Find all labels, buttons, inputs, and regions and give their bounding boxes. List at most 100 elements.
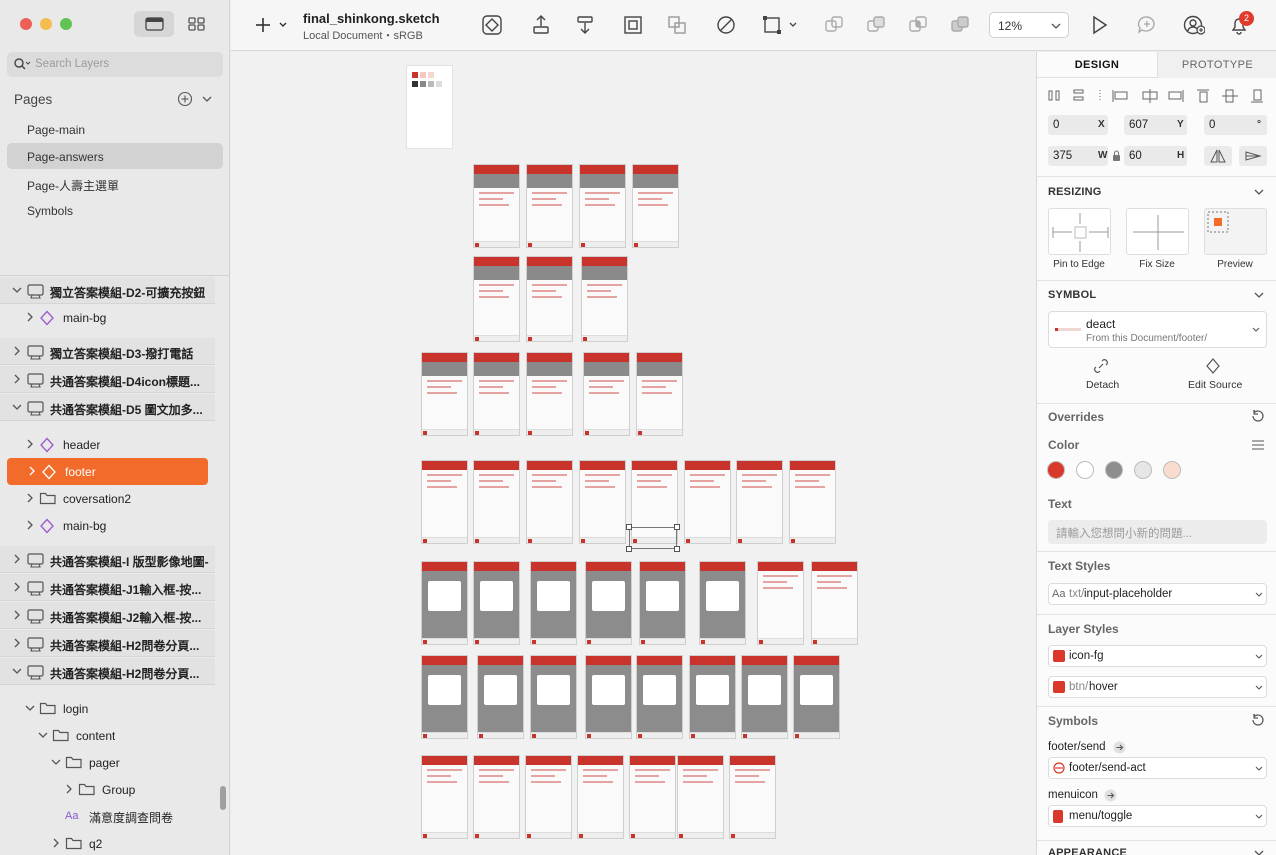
resize-handle[interactable]	[626, 524, 632, 530]
resize-handle[interactable]	[626, 546, 632, 552]
width-field[interactable]: 375 W	[1048, 146, 1108, 166]
layer-item[interactable]: coversation2	[0, 485, 215, 512]
page-item[interactable]: Page-人壽主選單	[7, 170, 223, 196]
reset-symbols-icon[interactable]	[1250, 713, 1265, 728]
artboard-layer[interactable]: 共通答案模組-H2問卷分頁...	[0, 658, 215, 685]
layer-item[interactable]: Aa 滿意度調查問卷	[0, 802, 215, 829]
artboard-thumbnail[interactable]	[473, 256, 520, 342]
minimize-window-button[interactable]	[40, 18, 52, 30]
artboard-thumbnail[interactable]	[526, 460, 573, 544]
artboard-thumbnail[interactable]	[477, 655, 524, 739]
chevron-right-icon[interactable]	[12, 346, 22, 356]
chevron-down-icon[interactable]	[12, 285, 22, 295]
artboard-layer[interactable]: 共通答案模組-D5 圖文加多...	[0, 394, 215, 421]
artboard-thumbnail[interactable]	[526, 164, 573, 248]
chevron-right-icon[interactable]	[25, 520, 35, 530]
artboard-thumbnail[interactable]	[421, 755, 468, 839]
flip-horizontal-button[interactable]	[1204, 146, 1232, 166]
toggle-sidebar-button[interactable]	[134, 11, 174, 37]
artboard-thumbnail[interactable]	[473, 164, 520, 248]
layer-item[interactable]: q2	[0, 830, 215, 855]
zoom-window-button[interactable]	[60, 18, 72, 30]
chevron-down-icon[interactable]	[1253, 187, 1265, 197]
artboard-thumbnail[interactable]	[421, 352, 468, 436]
layer-item[interactable]: main-bg	[0, 512, 215, 539]
layer-item[interactable]: footer	[7, 458, 208, 485]
add-collaborator-icon[interactable]	[1183, 14, 1205, 36]
artboard-thumbnail[interactable]	[699, 561, 746, 645]
artboard-thumbnail[interactable]	[677, 755, 724, 839]
artboard-thumbnail[interactable]	[526, 256, 573, 342]
zoom-select[interactable]: 12%	[989, 12, 1069, 38]
artboard-thumbnail[interactable]	[632, 164, 679, 248]
chevron-right-icon[interactable]	[25, 493, 35, 503]
artboard-thumbnail[interactable]	[473, 755, 520, 839]
color-swatch[interactable]	[1134, 461, 1152, 479]
chevron-down-icon[interactable]	[38, 730, 48, 740]
artboard-thumbnail[interactable]	[729, 755, 776, 839]
color-palette-artboard[interactable]	[406, 65, 453, 149]
comment-icon[interactable]	[1136, 14, 1158, 36]
alignment-toolbar[interactable]	[1047, 88, 1267, 104]
scale-icon[interactable]	[762, 14, 802, 36]
footer-send-select[interactable]: footer/send-act	[1048, 757, 1267, 779]
flip-vertical-button[interactable]	[1239, 146, 1267, 166]
artboard-thumbnail[interactable]	[579, 164, 626, 248]
layer-item[interactable]: Group	[0, 776, 215, 803]
artboard-thumbnail[interactable]	[473, 460, 520, 544]
page-item[interactable]: Page-answers	[7, 143, 223, 169]
add-page-icon[interactable]	[177, 91, 193, 107]
artboard-thumbnail[interactable]	[741, 655, 788, 739]
artboard-thumbnail[interactable]	[689, 655, 736, 739]
layer-scrollbar[interactable]	[220, 786, 226, 810]
chevron-down-icon[interactable]	[25, 703, 35, 713]
rotation-field[interactable]: 0 °	[1204, 115, 1267, 135]
artboard-layer[interactable]: 共通答案模組-H2問卷分頁...	[0, 630, 215, 657]
color-swatch[interactable]	[1163, 461, 1181, 479]
text-override-field[interactable]: 請輸入您想問小新的問題...	[1048, 520, 1267, 544]
artboard-thumbnail[interactable]	[530, 655, 577, 739]
height-field[interactable]: 60 H	[1124, 146, 1187, 166]
chevron-right-icon[interactable]	[51, 838, 61, 848]
fix-size-control[interactable]	[1126, 208, 1189, 255]
artboard-layer[interactable]: 共通答案模組-D4icon標題...	[0, 366, 215, 393]
chevron-right-icon[interactable]	[12, 638, 22, 648]
chevron-right-icon[interactable]	[64, 784, 74, 794]
artboard-thumbnail[interactable]	[639, 561, 686, 645]
menuicon-select[interactable]: menu/toggle	[1048, 805, 1267, 827]
layer-style-select-2[interactable]: btn/ hover	[1048, 676, 1267, 698]
artboard-layer[interactable]: 共通答案模組-J2輸入框-按...	[0, 602, 215, 629]
group-icon[interactable]	[622, 14, 644, 36]
resize-handle[interactable]	[674, 546, 680, 552]
difference-icon[interactable]	[949, 14, 971, 36]
artboard-thumbnail[interactable]	[629, 755, 676, 839]
layer-item[interactable]: main-bg	[0, 304, 215, 331]
text-style-select[interactable]: Aa txt/ input-placeholder	[1048, 583, 1267, 605]
mask-icon[interactable]	[715, 14, 737, 36]
layer-style-select-1[interactable]: icon-fg	[1048, 645, 1267, 667]
x-position-field[interactable]: 0X	[1048, 115, 1108, 135]
artboard-thumbnail[interactable]	[525, 755, 572, 839]
chevron-down-icon[interactable]	[1253, 290, 1265, 300]
create-symbol-icon[interactable]	[481, 14, 503, 36]
artboard-thumbnail[interactable]	[757, 561, 804, 645]
tab-prototype[interactable]: PROTOTYPE	[1157, 52, 1276, 78]
tab-design[interactable]: DESIGN	[1037, 52, 1157, 78]
forward-icon[interactable]	[530, 14, 552, 36]
artboard-thumbnail[interactable]	[526, 352, 573, 436]
union-icon[interactable]	[823, 14, 845, 36]
resize-handle[interactable]	[674, 524, 680, 530]
artboard-thumbnail[interactable]	[585, 655, 632, 739]
artboard-layer[interactable]: 共通答案模組-J1輸入框-按...	[0, 574, 215, 601]
close-window-button[interactable]	[20, 18, 32, 30]
artboard-thumbnail[interactable]	[577, 755, 624, 839]
chevron-right-icon[interactable]	[12, 582, 22, 592]
artboard-layer[interactable]: 共通答案模組-I 版型影像地圖-	[0, 546, 215, 573]
symbol-source-select[interactable]: deact From this Document/footer/	[1048, 311, 1267, 348]
layer-item[interactable]: content	[0, 722, 215, 749]
artboard-thumbnail[interactable]	[811, 561, 858, 645]
detach-button[interactable]: Detach	[1073, 358, 1129, 392]
subtract-icon[interactable]	[865, 14, 887, 36]
artboard-layer[interactable]: 獨立答案模組-D2-可擴充按鈕	[0, 277, 215, 304]
search-layers-field[interactable]: Search Layers	[7, 52, 223, 77]
